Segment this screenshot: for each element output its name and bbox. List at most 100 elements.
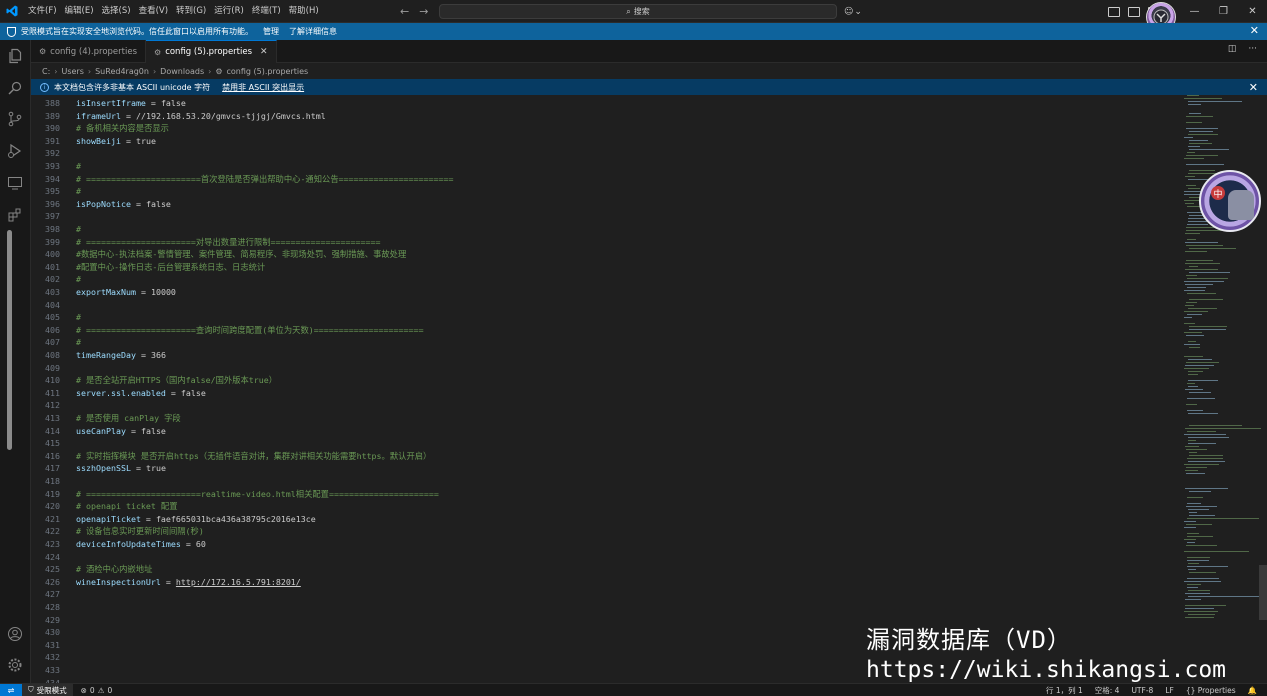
minimap-slider[interactable] — [1259, 565, 1267, 620]
close-window-icon[interactable]: ✕ — [1238, 0, 1267, 23]
run-debug-icon[interactable] — [6, 142, 24, 160]
chevron-right-icon: › — [87, 66, 92, 76]
encoding[interactable]: UTF-8 — [1131, 686, 1153, 695]
error-icon: ⊗ — [80, 685, 87, 695]
code-line[interactable]: 419 # =======================realtime-vid… — [31, 488, 1181, 501]
code-line[interactable]: 390 # 备机相关内容是否显示 — [31, 122, 1181, 135]
close-tab-icon[interactable]: ✕ — [260, 47, 268, 57]
menu-terminal[interactable]: 终端(T) — [248, 0, 285, 23]
notifications-bell-icon[interactable]: 🔔 — [1248, 686, 1257, 695]
breadcrumb-item[interactable]: Downloads — [160, 67, 204, 76]
code-line[interactable]: 411 server.ssl.enabled = false — [31, 387, 1181, 400]
code-line[interactable]: 404 — [31, 299, 1181, 312]
menu-view[interactable]: 查看(V) — [135, 0, 172, 23]
menu-file[interactable]: 文件(F) — [24, 0, 61, 23]
code-line[interactable]: 391 showBeiji = true — [31, 135, 1181, 148]
code-line[interactable]: 389 iframeUrl = //192.168.53.20/gmvcs-tjj… — [31, 110, 1181, 123]
remote-indicator-icon[interactable]: ⇌ — [0, 683, 22, 696]
minimap-line — [1184, 521, 1196, 522]
code-line[interactable]: 422 # 设备信息实时更新时间间隔(秒) — [31, 525, 1181, 538]
close-notice-icon[interactable]: ✕ — [1249, 81, 1258, 94]
code-line[interactable]: 397 — [31, 210, 1181, 223]
code-editor[interactable]: 388 isInsertIframe = false 389 iframeUrl = … — [31, 95, 1181, 683]
code-line[interactable]: 409 — [31, 362, 1181, 375]
code-line[interactable]: 424 — [31, 551, 1181, 564]
language-mode[interactable]: {} Properties — [1186, 686, 1236, 695]
code-line[interactable]: 395 # — [31, 185, 1181, 198]
search-icon[interactable] — [6, 79, 24, 97]
copilot-menu[interactable]: ☺ ⌄ — [844, 3, 862, 20]
breadcrumb-item[interactable]: SuRed4rag0n — [95, 67, 149, 76]
code-line[interactable]: 402 # — [31, 273, 1181, 286]
code-line[interactable]: 413 # 是否使用 canPlay 字段 — [31, 412, 1181, 425]
code-comment: # ======================查询时间跨度配置(单位为天数)=… — [76, 324, 424, 335]
code-line[interactable]: 392 — [31, 147, 1181, 160]
indentation[interactable]: 空格: 4 — [1095, 685, 1120, 696]
menu-selection[interactable]: 选择(S) — [98, 0, 135, 23]
code-line[interactable]: 414 useCanPlay = false — [31, 425, 1181, 438]
explorer-icon[interactable] — [6, 47, 24, 65]
more-actions-icon[interactable]: ··· — [1248, 44, 1257, 54]
code-line[interactable]: 420 # openapi ticket 配置 — [31, 500, 1181, 513]
learn-more-link[interactable]: 了解详细信息 — [289, 26, 337, 37]
code-line[interactable]: 410 # 是否全站开启HTTPS（国内false/国外版本true） — [31, 374, 1181, 387]
code-line[interactable]: 415 — [31, 437, 1181, 450]
remote-explorer-icon[interactable] — [6, 174, 24, 192]
settings-gear-icon[interactable] — [6, 656, 24, 674]
code-line[interactable]: 412 — [31, 399, 1181, 412]
code-line[interactable]: 396 isPopNotice = false — [31, 198, 1181, 211]
code-line[interactable]: 399 # ======================对导出数量进行限制====… — [31, 236, 1181, 249]
split-editor-icon[interactable]: ◫ — [1228, 44, 1237, 54]
manage-link[interactable]: 管理 — [263, 26, 279, 37]
problems-status[interactable]: ⊗ 0 ⚠ 0 — [81, 686, 113, 695]
code-line[interactable]: 408 timeRangeDay = 366 — [31, 349, 1181, 362]
toggle-sidebar-icon[interactable] — [1128, 6, 1140, 17]
breadcrumb-item[interactable]: Users — [61, 67, 83, 76]
code-line[interactable]: 427 — [31, 588, 1181, 601]
customize-layout-icon[interactable] — [1108, 6, 1120, 17]
code-line[interactable]: 403 exportMaxNum = 10000 — [31, 286, 1181, 299]
code-line[interactable]: 428 — [31, 601, 1181, 614]
code-line[interactable]: 421 openapiTicket = faef665031bca436a3879… — [31, 513, 1181, 526]
forward-arrow-icon[interactable]: → — [419, 5, 428, 18]
watermark-title: 漏洞数据库（VD） — [866, 626, 1072, 654]
menu-help[interactable]: 帮助(H) — [285, 0, 323, 23]
code-line[interactable]: 401 #配置中心-操作日志-后台管理系统日志、日志统计 — [31, 261, 1181, 274]
end-of-line[interactable]: LF — [1165, 686, 1174, 695]
code-line[interactable]: 425 # 酒检中心内嵌地址 — [31, 563, 1181, 576]
code-line[interactable]: 426 wineInspectionUrl = http://172.16.5.7… — [31, 576, 1181, 589]
minimap[interactable]: 中 — [1181, 95, 1267, 683]
tab-config-5[interactable]: ⚙ config (5).properties ✕ — [146, 40, 277, 63]
code-line[interactable]: 393 # — [31, 160, 1181, 173]
disable-highlight-link[interactable]: 禁用非 ASCII 突出显示 — [222, 82, 304, 93]
code-line[interactable]: 407 # — [31, 336, 1181, 349]
breadcrumb-item[interactable]: C: — [42, 67, 50, 76]
minimize-icon[interactable]: — — [1180, 0, 1209, 23]
code-line[interactable]: 400 #数据中心-执法档案-警情管理、案件管理、简易程序、非现场处罚、强制措施、… — [31, 248, 1181, 261]
breadcrumb-item[interactable]: config (5).properties — [226, 67, 308, 76]
source-control-icon[interactable] — [6, 110, 24, 128]
close-banner-icon[interactable]: ✕ — [1250, 24, 1259, 37]
back-arrow-icon[interactable]: ← — [400, 5, 409, 18]
code-line[interactable]: 423 deviceInfoUpdateTimes = 60 — [31, 538, 1181, 551]
code-line[interactable]: 405 # — [31, 311, 1181, 324]
code-line[interactable]: 417 sszhOpenSSL = true — [31, 462, 1181, 475]
menu-run[interactable]: 运行(R) — [210, 0, 248, 23]
maximize-icon[interactable]: ❐ — [1209, 0, 1238, 23]
activity-scrollbar[interactable] — [7, 230, 12, 450]
command-center-search[interactable]: ⌕ 搜索 — [439, 4, 837, 19]
menu-edit[interactable]: 编辑(E) — [61, 0, 98, 23]
tab-config-4[interactable]: ⚙ config (4).properties — [31, 40, 147, 63]
extensions-icon[interactable] — [6, 206, 24, 224]
code-line[interactable]: 388 isInsertIframe = false — [31, 97, 1181, 110]
code-line[interactable]: 418 — [31, 475, 1181, 488]
property-url-link[interactable]: http://172.16.5.791:8201/ — [176, 577, 301, 587]
code-line[interactable]: 398 # — [31, 223, 1181, 236]
cursor-position[interactable]: 行 1，列 1 — [1046, 685, 1083, 696]
code-line[interactable]: 406 # ======================查询时间跨度配置(单位为天… — [31, 324, 1181, 337]
restricted-mode-status[interactable]: ⛉ 受限模式 — [22, 683, 73, 696]
menu-go[interactable]: 转到(G) — [172, 0, 210, 23]
accounts-icon[interactable] — [6, 625, 24, 643]
code-line[interactable]: 416 # 实时指挥模块 是否开启https（无插件语音对讲，集群对讲相关功能需要… — [31, 450, 1181, 463]
code-line[interactable]: 394 # =======================首次登陆是否弹出帮助中心… — [31, 173, 1181, 186]
